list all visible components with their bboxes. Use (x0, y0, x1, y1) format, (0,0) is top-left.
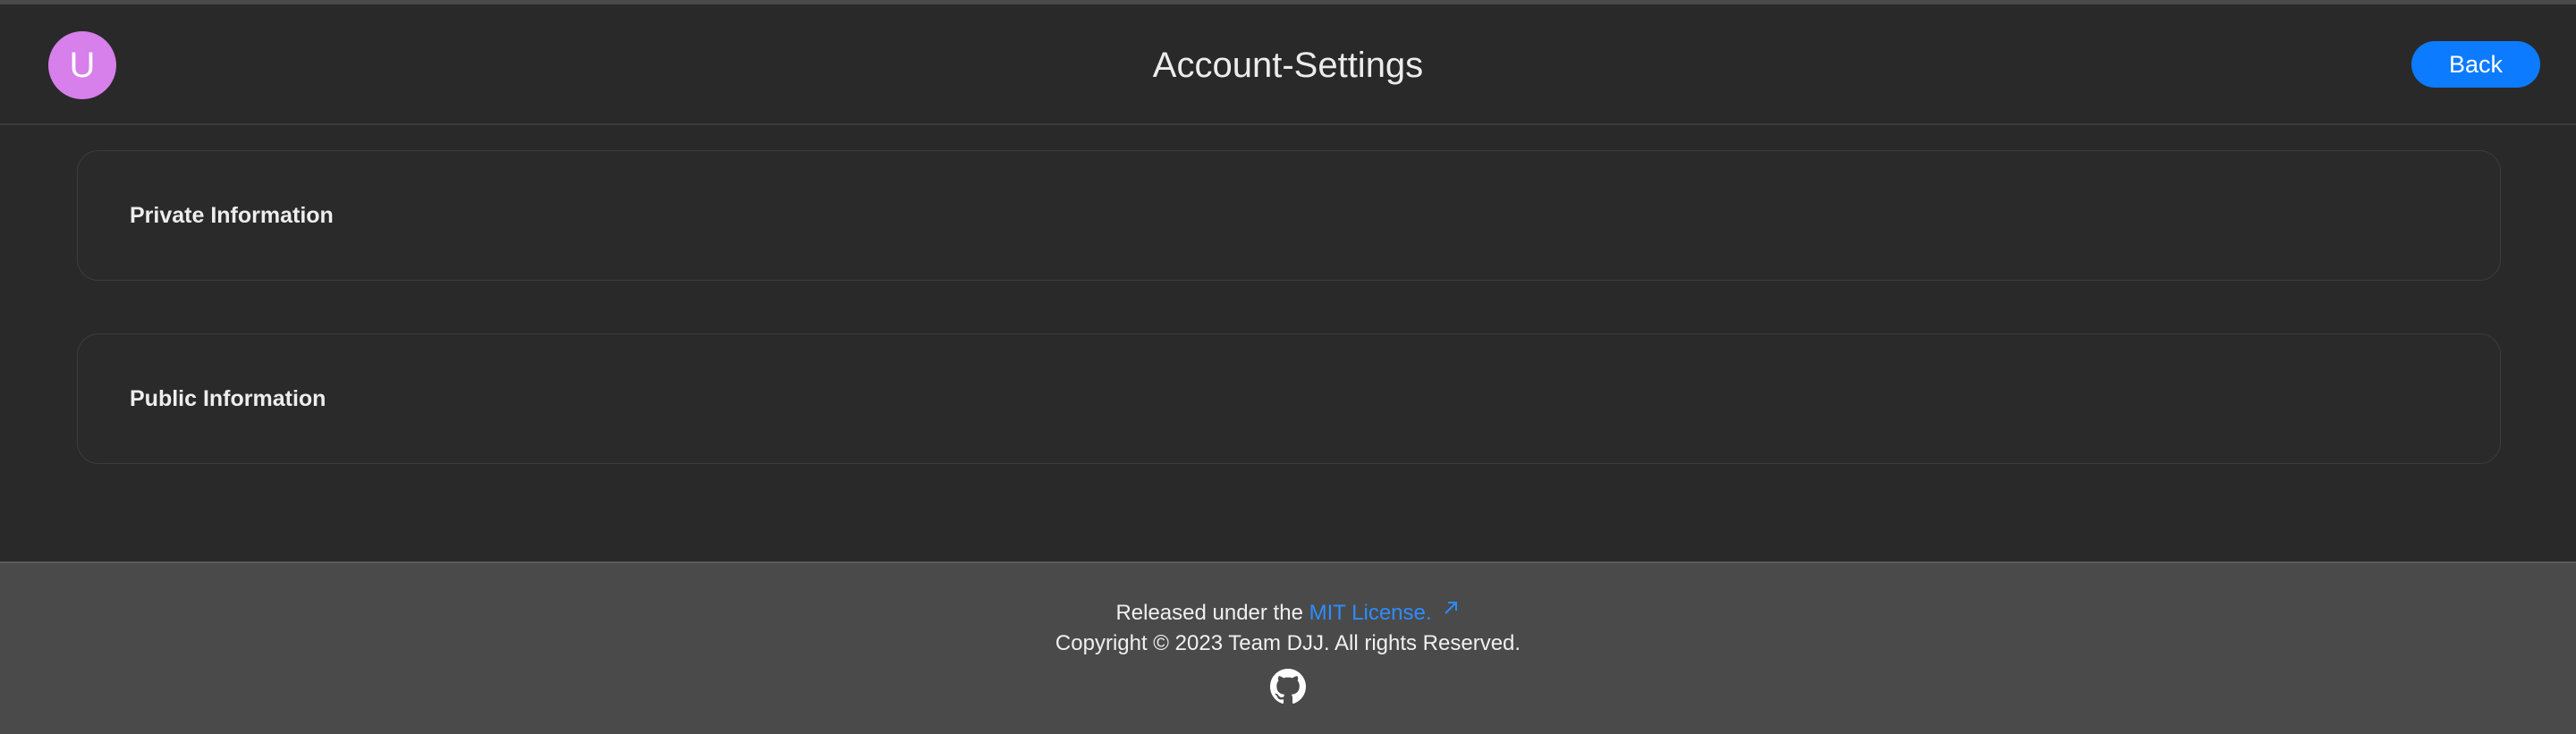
license-notice: Released under the MIT License. (0, 597, 2576, 628)
private-information-label: Private Information (130, 203, 334, 228)
mit-license-link[interactable]: MIT License. (1309, 601, 1461, 625)
header-bar: U Account-Settings Back (0, 4, 2576, 125)
page-title: Account-Settings (1152, 46, 1424, 85)
back-button[interactable]: Back (2411, 41, 2540, 88)
private-information-section[interactable]: Private Information (77, 150, 2501, 281)
copyright-text: Copyright © 2023 Team DJJ. All rights Re… (1055, 631, 1521, 655)
footer: Released under the MIT License. Copyrigh… (0, 561, 2576, 734)
public-information-label: Public Information (130, 386, 326, 411)
github-icon[interactable] (1270, 669, 1306, 704)
mit-license-label[interactable]: MIT License. (1309, 601, 1432, 625)
public-information-section[interactable]: Public Information (77, 333, 2501, 464)
released-text: Released under the (1115, 601, 1309, 625)
external-link-icon (1441, 597, 1461, 626)
